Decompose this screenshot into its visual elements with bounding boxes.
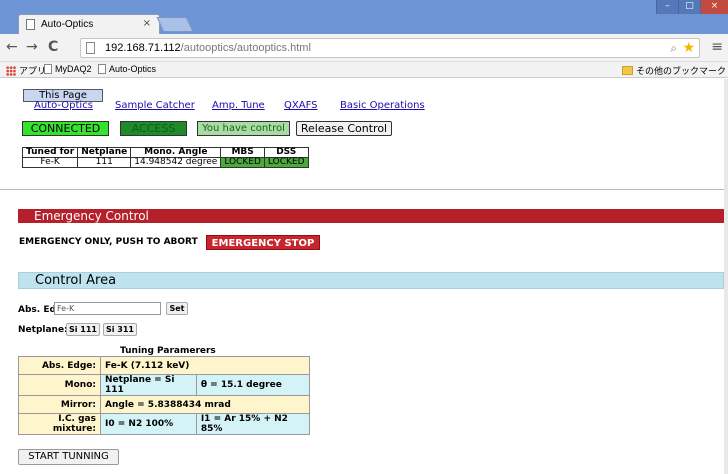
bookmark-other-label: その他のブックマーク: [636, 66, 727, 76]
nav-link-auto-optics[interactable]: Auto-Optics: [34, 100, 93, 111]
table-header: Tuned for: [21, 147, 79, 158]
ic-i0-value: I0 = N2 100%: [100, 413, 197, 435]
table-cell: 14.948542 degree: [130, 157, 222, 168]
url-text[interactable]: 192.168.71.112/autooptics/autooptics.htm…: [105, 42, 311, 54]
control-area-header: Control Area: [18, 272, 724, 289]
browser-toolbar: ← → C 192.168.71.112/autooptics/autoopti…: [0, 34, 728, 62]
bookmark-apps[interactable]: アプリ: [6, 64, 46, 77]
page-icon: [86, 42, 95, 54]
divider: [0, 189, 724, 190]
maximize-icon[interactable]: □: [678, 0, 700, 14]
page-content: This Page Auto-Optics Sample Catcher Amp…: [0, 79, 724, 474]
connected-badge: CONNECTED: [22, 121, 109, 136]
control-badge: You have control: [197, 121, 290, 136]
access-badge: ACCESS: [120, 121, 187, 136]
back-arrow-icon[interactable]: ←: [6, 39, 18, 55]
page-icon: [44, 64, 52, 74]
tab-title: Auto-Optics: [41, 19, 94, 30]
menu-icon[interactable]: ≡: [711, 39, 723, 55]
vertical-scrollbar[interactable]: [724, 79, 728, 474]
nav-link-basic-operations[interactable]: Basic Operations: [340, 100, 425, 111]
emergency-header: Emergency Control: [18, 209, 724, 223]
bookmark-auto-optics[interactable]: Auto-Optics: [98, 64, 156, 74]
emergency-instruction: EMERGENCY ONLY, PUSH TO ABORT: [19, 237, 198, 247]
browser-titlebar: Auto-Optics × – □ ×: [0, 0, 728, 34]
minimize-icon[interactable]: –: [656, 0, 678, 14]
mono-param-label: Mono:: [18, 374, 101, 396]
ic-i1-value: I1 = Ar 15% + N2 85%: [195, 413, 311, 435]
emergency-stop-button[interactable]: EMERGENCY STOP: [206, 235, 320, 250]
window-controls: – □ ×: [656, 0, 728, 14]
si311-button[interactable]: Si 311: [103, 323, 137, 336]
nav-link-sample-catcher[interactable]: Sample Catcher: [115, 100, 195, 111]
tuning-parameters-table: Abs. Edge: Fe-K (7.112 keV) Mono: Netpla…: [18, 356, 311, 435]
table-row: Mono: Netplane = Si 111 θ = 15.1 degree: [18, 374, 311, 396]
page-icon: [98, 64, 106, 74]
zoom-icon[interactable]: ⌕: [670, 41, 677, 56]
mono-theta-value: θ = 15.1 degree: [195, 374, 311, 396]
apps-icon: [6, 65, 16, 76]
netplane-label: Netplane:: [18, 325, 68, 335]
nav-link-qxafs[interactable]: QXAFS: [284, 100, 318, 111]
tuning-parameters-caption: Tuning Paramerers: [120, 346, 216, 356]
tuned-for-table: Tuned for Netplane Mono. Angle MBS DSS F…: [21, 147, 309, 168]
forward-arrow-icon[interactable]: →: [26, 39, 38, 55]
bookmark-apps-label: アプリ: [19, 66, 47, 76]
table-header: Netplane: [77, 147, 132, 158]
browser-tab[interactable]: Auto-Optics ×: [18, 14, 160, 34]
ic-gas-param-label: I.C. gas mixture:: [18, 413, 101, 435]
si111-button[interactable]: Si 111: [66, 323, 100, 336]
url-path: /autooptics/autooptics.html: [180, 42, 311, 54]
star-icon[interactable]: ★: [682, 40, 695, 56]
release-control-button[interactable]: Release Control: [296, 121, 392, 136]
mono-netplane-value: Netplane = Si 111: [100, 374, 197, 396]
bookmarks-bar: アプリ MyDAQ2 Auto-Optics その他のブックマーク: [0, 62, 728, 78]
table-cell: Fe-K: [21, 157, 79, 168]
table-header: MBS: [220, 147, 265, 158]
start-tuning-button[interactable]: START TUNNING: [18, 449, 119, 465]
dss-status-cell: LOCKED: [263, 157, 309, 168]
folder-icon: [622, 66, 633, 75]
page-icon: [26, 19, 35, 30]
table-row: Fe-K 111 14.948542 degree LOCKED LOCKED: [21, 157, 309, 168]
table-row: Mirror: Angle = 5.8388434 mrad: [18, 395, 310, 414]
bookmark-other[interactable]: その他のブックマーク: [622, 64, 726, 77]
bookmark-label: MyDAQ2: [55, 64, 92, 74]
bookmark-mydaq2[interactable]: MyDAQ2: [44, 64, 92, 74]
table-header: DSS: [263, 147, 309, 158]
table-row: Abs. Edge: Fe-K (7.112 keV): [18, 356, 310, 375]
mirror-angle-value: Angle = 5.8388434 mrad: [100, 395, 310, 414]
nav-link-amp-tune[interactable]: Amp. Tune: [212, 100, 265, 111]
abs-edge-param-value: Fe-K (7.112 keV): [100, 356, 310, 375]
table-header-row: Tuned for Netplane Mono. Angle MBS DSS: [21, 147, 309, 158]
new-tab-button[interactable]: [156, 17, 194, 32]
address-bar[interactable]: 192.168.71.112/autooptics/autooptics.htm…: [80, 38, 700, 58]
table-cell: 111: [77, 157, 132, 168]
url-host: 192.168.71.112: [105, 42, 181, 54]
table-row: I.C. gas mixture: I0 = N2 100% I1 = Ar 1…: [18, 413, 311, 435]
abs-edge-input[interactable]: [54, 302, 161, 315]
abs-edge-param-label: Abs. Edge:: [18, 356, 101, 375]
mirror-param-label: Mirror:: [18, 395, 101, 414]
table-header: Mono. Angle: [130, 147, 222, 158]
reload-icon[interactable]: C: [48, 39, 58, 55]
mbs-status-cell: LOCKED: [220, 157, 265, 168]
set-button[interactable]: Set: [166, 302, 188, 315]
close-window-icon[interactable]: ×: [700, 0, 728, 14]
bookmark-label: Auto-Optics: [109, 64, 157, 74]
close-tab-icon[interactable]: ×: [143, 18, 151, 29]
